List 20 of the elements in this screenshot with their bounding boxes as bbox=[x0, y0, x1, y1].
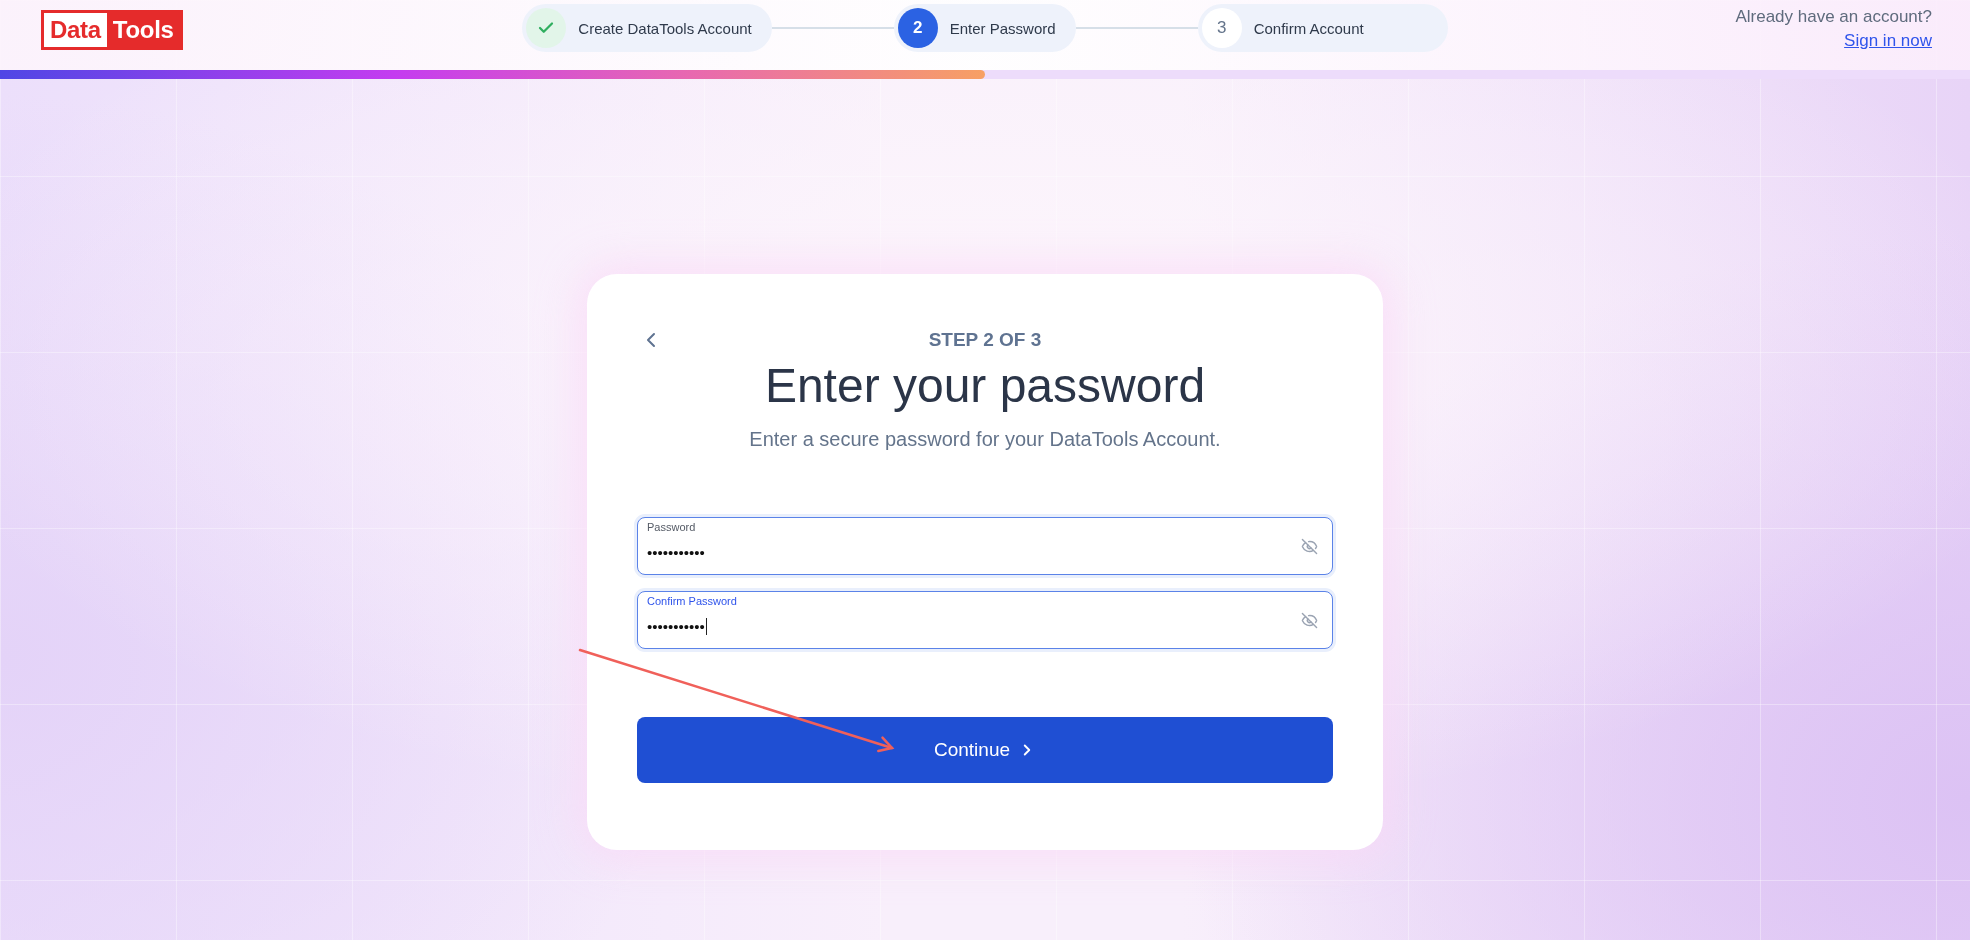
eye-off-icon[interactable] bbox=[1301, 611, 1318, 629]
password-field[interactable]: Password ••••••••••• bbox=[637, 517, 1333, 575]
account-prompt: Already have an account? bbox=[1735, 7, 1932, 27]
step-number: 3 bbox=[1201, 8, 1242, 48]
password-field[interactable]: Confirm Password ••••••••••• bbox=[637, 591, 1333, 649]
step-number: 2 bbox=[897, 8, 938, 48]
text-caret bbox=[705, 617, 708, 635]
field-label: Confirm Password bbox=[647, 595, 737, 607]
step-label: Enter Password bbox=[949, 19, 1056, 37]
field-label: Password bbox=[647, 521, 696, 533]
eye-off-icon[interactable] bbox=[1301, 537, 1318, 555]
continue-button[interactable]: Continue bbox=[637, 717, 1333, 783]
step-label: Create DataTools Account bbox=[578, 19, 752, 37]
logo-word: Tools bbox=[106, 13, 180, 47]
sign-in-link[interactable]: Sign in now bbox=[1844, 31, 1932, 51]
step-label: Confirm Account bbox=[1253, 19, 1364, 37]
page-subtitle: Enter a secure password for your DataTools Account. bbox=[748, 427, 1222, 451]
step-indicator: STEP 2 OF 3 bbox=[927, 329, 1043, 351]
page-title: Enter your password bbox=[763, 358, 1207, 414]
logo-word: Data bbox=[44, 13, 107, 47]
